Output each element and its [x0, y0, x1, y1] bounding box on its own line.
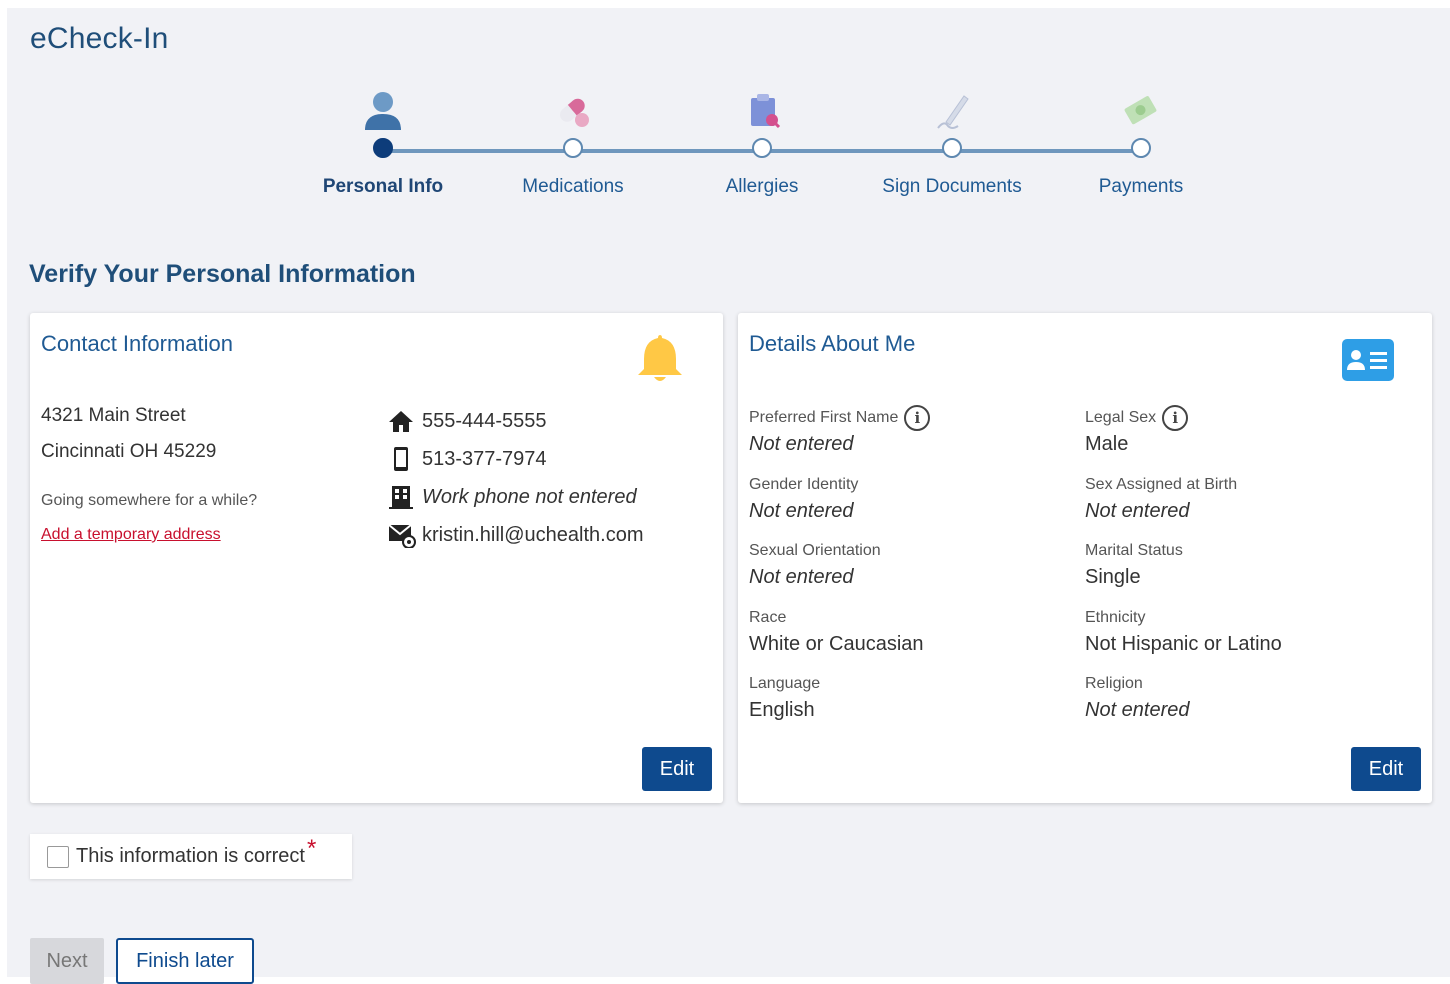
details-card-title: Details About Me [749, 331, 916, 356]
field-value: Not entered [1085, 699, 1190, 721]
required-asterisk: * [306, 834, 317, 862]
step-dot-personal-info [373, 138, 393, 158]
work-phone-row: Work phone not entered [388, 485, 637, 509]
info-icon[interactable]: i [904, 405, 931, 431]
address-line-2: Cincinnati OH 45229 [41, 441, 217, 462]
field-language: Language English [749, 675, 1069, 722]
field-value: Male [1085, 433, 1129, 455]
step-label-payments: Payments [1098, 176, 1184, 197]
step-dot-allergies [752, 138, 772, 158]
step-label-sign-documents: Sign Documents [882, 176, 1022, 197]
field-label: Sexual Orientation [749, 542, 881, 559]
field-label: Legal Sex [1085, 409, 1157, 426]
info-icon[interactable]: i [1162, 405, 1189, 431]
field-label: Preferred First Name [749, 409, 899, 426]
field-label: Religion [1085, 675, 1143, 692]
field-value: Single [1085, 566, 1141, 588]
confirm-information-box[interactable]: This information is correct * [30, 834, 352, 879]
field-gender-identity: Gender Identity Not entered [749, 476, 1069, 523]
contact-edit-button[interactable]: Edit [642, 747, 712, 791]
field-value: White or Caucasian [749, 633, 924, 655]
field-legal-sex: Legal Sex i Male [1085, 405, 1405, 456]
field-sex-assigned-at-birth: Sex Assigned at Birth Not entered [1085, 476, 1405, 523]
mobile-phone-value: 513-377-7974 [422, 447, 547, 470]
email-row: kristin.hill@uchealth.com [388, 523, 644, 548]
address-line-1: 4321 Main Street [41, 405, 186, 426]
field-label: Sex Assigned at Birth [1085, 476, 1238, 493]
contact-information-card: Contact Information 4321 Main Street Cin… [30, 313, 723, 803]
section-title: Verify Your Personal Information [29, 260, 416, 288]
bell-icon [638, 335, 682, 381]
field-preferred-first-name: Preferred First Name i Not entered [749, 405, 1069, 456]
field-value: Not entered [749, 566, 854, 588]
field-value: Not Hispanic or Latino [1085, 633, 1282, 655]
add-temporary-address-link[interactable]: Add a temporary address [41, 526, 221, 544]
id-card-icon [1342, 339, 1394, 381]
work-phone-value: Work phone not entered [422, 485, 637, 508]
allergy-clipboard-icon [751, 94, 781, 129]
field-religion: Religion Not entered [1085, 675, 1405, 722]
finish-later-button[interactable]: Finish later [116, 938, 254, 984]
field-label: Language [749, 675, 821, 692]
home-phone-row: 555-444-5555 [388, 409, 547, 433]
field-value: English [749, 699, 815, 721]
field-value: Not entered [749, 433, 854, 455]
field-race: Race White or Caucasian [749, 609, 1069, 656]
page-background: eCheck-In Personal Info Medications Alle… [7, 8, 1450, 984]
step-label-allergies: Allergies [725, 176, 799, 197]
details-edit-button[interactable]: Edit [1351, 747, 1421, 791]
step-dot-medications [563, 138, 583, 158]
field-label: Gender Identity [749, 476, 859, 493]
field-value: Not entered [1085, 500, 1190, 522]
step-label-medications: Medications [522, 176, 624, 197]
next-button[interactable]: Next [30, 938, 104, 984]
email-value: kristin.hill@uchealth.com [422, 523, 644, 546]
person-icon [365, 92, 401, 130]
field-value: Not entered [749, 500, 854, 522]
pill-icon [559, 98, 589, 127]
mobile-phone-row: 513-377-7974 [388, 447, 547, 471]
progress-stepper: Personal Info Medications Allergies Sign… [7, 8, 1450, 208]
money-icon [1124, 96, 1157, 125]
field-ethnicity: Ethnicity Not Hispanic or Latino [1085, 609, 1405, 656]
mobile-phone-icon [388, 447, 416, 471]
home-phone-value: 555-444-5555 [422, 409, 547, 432]
email-icon [388, 523, 416, 548]
step-dot-sign-documents [942, 138, 962, 158]
field-label: Marital Status [1085, 542, 1183, 559]
temporary-address-prompt: Going somewhere for a while? [41, 492, 258, 509]
pen-signature-icon [937, 95, 969, 129]
confirm-label[interactable]: This information is correct [76, 845, 305, 868]
details-about-me-card: Details About Me Preferred First Name i N… [738, 313, 1432, 803]
field-label: Race [749, 609, 787, 626]
office-building-icon [388, 485, 416, 509]
confirm-checkbox[interactable] [47, 845, 69, 868]
field-marital-status: Marital Status Single [1085, 542, 1405, 589]
step-dot-payments [1131, 138, 1151, 158]
step-label-personal-info: Personal Info [322, 176, 444, 197]
field-sexual-orientation: Sexual Orientation Not entered [749, 542, 1069, 589]
home-icon [388, 409, 416, 433]
contact-card-title: Contact Information [41, 331, 233, 356]
field-label: Ethnicity [1085, 609, 1146, 626]
